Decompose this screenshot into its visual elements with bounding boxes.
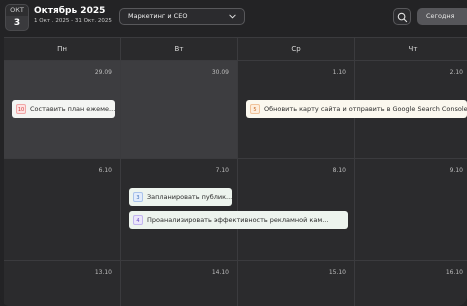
day-number: 2.10	[449, 69, 463, 76]
day-cell[interactable]: 30.09	[121, 61, 238, 159]
event-card[interactable]: 5 Обновить карту сайта и отправить в Goo…	[246, 100, 467, 118]
event-priority-badge: 4	[133, 215, 143, 225]
day-cell[interactable]: 7.10	[121, 159, 238, 261]
event-card[interactable]: 10 Составить план ежеме...	[12, 100, 115, 118]
project-select[interactable]: Маркетинг и СЕО	[119, 8, 245, 25]
weekday-mon: Пн	[4, 38, 121, 60]
day-cell[interactable]: 8.10	[238, 159, 355, 261]
event-title: Составить план ежеме...	[30, 105, 115, 113]
search-button[interactable]	[393, 8, 411, 25]
day-number: 15.10	[328, 269, 346, 276]
day-cell[interactable]: 14.10	[121, 261, 238, 306]
event-title: Обновить карту сайта и отправить в Googl…	[264, 105, 467, 113]
day-number: 29.09	[94, 69, 112, 76]
day-number: 6.10	[98, 167, 112, 174]
event-priority-badge: 5	[250, 104, 260, 114]
event-title: Проанализировать эффективность рекламной…	[147, 216, 329, 224]
project-select-value: Маркетинг и СЕО	[128, 12, 188, 20]
event-priority-badge: 10	[16, 104, 26, 114]
day-cell[interactable]: 6.10	[4, 159, 121, 261]
day-cell[interactable]: 13.10	[4, 261, 121, 306]
day-cell[interactable]: 15.10	[238, 261, 355, 306]
event-priority-badge: 3	[133, 192, 143, 202]
date-badge: ОКТ 3	[5, 4, 29, 31]
search-icon	[397, 12, 408, 23]
calendar-window: ОКТ 3 Октябрь 2025 1 Окт . 2025 - 31 Окт…	[0, 0, 467, 306]
page-title: Октябрь 2025	[34, 6, 106, 16]
day-number: 8.10	[332, 167, 346, 174]
day-number: 9.10	[449, 167, 463, 174]
weekday-tue: Вт	[121, 38, 238, 60]
day-cell[interactable]: 16.10	[355, 261, 467, 306]
date-badge-month: ОКТ	[6, 5, 28, 16]
weekday-thu: Чт	[355, 38, 467, 60]
day-cell[interactable]: 9.10	[355, 159, 467, 261]
weekday-header: Пн Вт Ср Чт	[4, 37, 467, 61]
today-button-label: Сегодня	[426, 12, 455, 20]
day-number: 1.10	[332, 69, 346, 76]
event-title: Запланировать публик...	[147, 193, 232, 201]
date-badge-day: 3	[13, 18, 21, 28]
day-number: 16.10	[445, 269, 463, 276]
day-number: 14.10	[211, 269, 229, 276]
today-button[interactable]: Сегодня	[417, 8, 467, 25]
date-range: 1 Окт . 2025 - 31 Окт. 2025	[34, 18, 112, 24]
day-number: 30.09	[211, 69, 229, 76]
day-number: 13.10	[94, 269, 112, 276]
event-card[interactable]: 4 Проанализировать эффективность рекламн…	[129, 211, 348, 229]
weekday-wed: Ср	[238, 38, 355, 60]
day-number: 7.10	[215, 167, 229, 174]
event-card[interactable]: 3 Запланировать публик...	[129, 188, 232, 206]
chevron-down-icon	[229, 14, 236, 19]
